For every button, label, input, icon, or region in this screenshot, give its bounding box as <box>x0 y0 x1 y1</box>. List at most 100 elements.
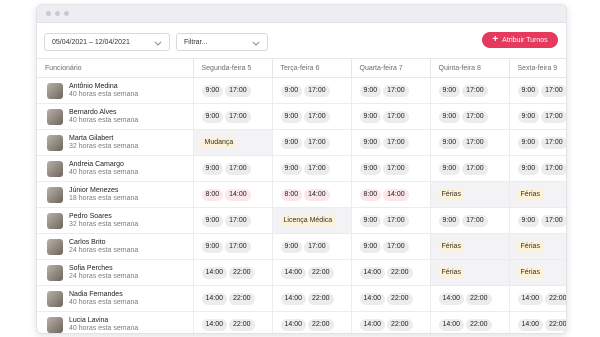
shift-cell[interactable]: 14:00 22:00 <box>430 285 510 312</box>
employee-cell[interactable]: Marta Gilabert 32 horas esta semana <box>37 129 194 156</box>
shift-cell[interactable]: 14:00 22:00 <box>272 311 352 333</box>
shift-cell[interactable]: 9:00 17:00 <box>351 77 431 104</box>
table-header-row: Funcionário Segunda-feira 5 Terça-feira 6Q… <box>37 58 566 78</box>
shift-cell[interactable]: 14:00 22:00 <box>351 285 431 312</box>
shift-cell[interactable]: 9:00 17:00 <box>272 129 352 156</box>
shift-cell[interactable]: 8:00 14:00 <box>351 181 431 208</box>
shift-start-time: 14:00 <box>359 266 386 279</box>
shift-cell[interactable]: 9:00 17:00 <box>193 207 273 234</box>
employee-cell[interactable]: Sofia Perches 24 horas esta semana <box>37 259 194 286</box>
table-row[interactable]: Carlos Brito 24 horas esta semana 9:00 17:0… <box>37 233 566 260</box>
column-header-day[interactable]: Quarta-feira 7 <box>351 58 431 78</box>
column-header-day[interactable]: Segunda-feira 5 <box>193 58 273 78</box>
app-window: 05/04/2021 – 12/04/2021 Filtrar... + Atr… <box>36 4 567 334</box>
shift-start-time: 9:00 <box>201 84 224 97</box>
table-row[interactable]: Antônio Medina 40 horas esta semana 9:00 17… <box>37 77 566 104</box>
assign-shifts-button[interactable]: + Atribuir Turnos <box>482 32 558 48</box>
shift-cell[interactable]: 9:00 17:00 <box>351 207 431 234</box>
employee-info: Bernardo Alves 40 horas esta semana <box>69 109 138 125</box>
shift-cell[interactable]: Férias <box>430 181 510 208</box>
shift-cell[interactable]: 9:00 17:00 <box>430 155 510 182</box>
shift-cell[interactable]: 14:00 22:00 <box>351 259 431 286</box>
column-header-day[interactable]: Quinta-feira 8 <box>430 58 510 78</box>
shift-cell[interactable]: Férias <box>509 233 566 260</box>
window-dot-minimize[interactable] <box>55 11 60 16</box>
table-row[interactable]: Bernardo Alves 40 horas esta semana 9:00 17… <box>37 103 566 130</box>
shift-cell[interactable]: Férias <box>509 181 566 208</box>
avatar <box>47 290 63 307</box>
shift-cell[interactable]: Férias <box>430 233 510 260</box>
shift-cell[interactable]: Licença Médica <box>272 207 352 234</box>
shift-cell[interactable]: 9:00 17:00 <box>509 103 566 130</box>
shift-start-time: 9:00 <box>280 110 303 123</box>
shift-cell[interactable]: 14:00 22:00 <box>272 285 352 312</box>
shift-cell[interactable]: 14:00 22:00 <box>193 311 273 333</box>
shift-cell[interactable]: 14:00 22:00 <box>193 285 273 312</box>
shift-cell[interactable]: Mudança <box>193 129 273 156</box>
employee-name: Lucia Lavina <box>69 316 109 324</box>
table-row[interactable]: Pedro Soares 32 horas esta semana 9:00 17:0… <box>37 207 566 234</box>
shift-cell[interactable]: 9:00 17:00 <box>509 207 566 234</box>
shift-cell[interactable]: 9:00 17:00 <box>430 77 510 104</box>
table-row[interactable]: Júnior Menezes 18 horas esta semana 8:00 14… <box>37 181 566 208</box>
employee-cell[interactable]: Júnior Menezes 18 horas esta semana <box>37 181 194 208</box>
shift-cell[interactable]: 9:00 17:00 <box>272 103 352 130</box>
shift-cell[interactable]: Férias <box>430 259 510 286</box>
shift-cell[interactable]: 9:00 17:00 <box>351 103 431 130</box>
employee: Nadia Fernandes 40 horas esta semana <box>47 290 193 307</box>
column-header-day[interactable]: Sexta-feira 9 <box>509 58 566 78</box>
shift-cell[interactable]: 14:00 22:00 <box>430 311 510 333</box>
shift-end-time: 17:00 <box>225 110 251 123</box>
shift-cell[interactable]: 8:00 14:00 <box>272 181 352 208</box>
shift-cell[interactable]: 9:00 17:00 <box>272 155 352 182</box>
shift-end-time: 17:00 <box>383 136 409 149</box>
shift-cell[interactable]: 14:00 22:00 <box>509 311 566 333</box>
shift-cell[interactable]: 9:00 17:00 <box>430 103 510 130</box>
table-row[interactable]: Sofia Perches 24 horas esta semana 14:00 22… <box>37 259 566 286</box>
employee-info: Andreia Camargo 40 horas esta semana <box>69 161 138 177</box>
toolbar: 05/04/2021 – 12/04/2021 Filtrar... + Atr… <box>37 23 566 59</box>
filter-select[interactable]: Filtrar... <box>176 33 268 51</box>
shift-cell[interactable]: 9:00 17:00 <box>509 129 566 156</box>
chevron-down-icon <box>154 41 162 46</box>
shift-cell[interactable]: 9:00 17:00 <box>193 77 273 104</box>
employee-cell[interactable]: Pedro Soares 32 horas esta semana <box>37 207 194 234</box>
shift-start-time: 14:00 <box>280 318 307 331</box>
table-row[interactable]: Lucia Lavina 40 horas esta semana 14:00 22:… <box>37 311 566 333</box>
table-row[interactable]: Marta Gilabert 32 horas esta semana Mudanç… <box>37 129 566 156</box>
shift-cell[interactable]: 9:00 17:00 <box>272 77 352 104</box>
table-row[interactable]: Nadia Fernandes 40 horas esta semana 14:00… <box>37 285 566 312</box>
shift-cell[interactable]: 9:00 17:00 <box>193 155 273 182</box>
shift-cell[interactable]: 9:00 17:00 <box>509 77 566 104</box>
window-dot-maximize[interactable] <box>64 11 69 16</box>
column-header-employee[interactable]: Funcionário <box>37 58 194 78</box>
shift-cell[interactable]: 9:00 17:00 <box>193 233 273 260</box>
shift-cell[interactable]: 9:00 17:00 <box>193 103 273 130</box>
employee-cell[interactable]: Andreia Camargo 40 horas esta semana <box>37 155 194 182</box>
shift-cell[interactable]: 8:00 14:00 <box>193 181 273 208</box>
employee-cell[interactable]: Antônio Medina 40 horas esta semana <box>37 77 194 104</box>
shift-cell[interactable]: 9:00 17:00 <box>272 233 352 260</box>
date-range-select[interactable]: 05/04/2021 – 12/04/2021 <box>44 33 170 51</box>
shift-cell[interactable]: 9:00 17:00 <box>351 233 431 260</box>
employee-cell[interactable]: Nadia Fernandes 40 horas esta semana <box>37 285 194 312</box>
employee-cell[interactable]: Carlos Brito 24 horas esta semana <box>37 233 194 260</box>
shift-cell[interactable]: 14:00 22:00 <box>272 259 352 286</box>
window-dot-close[interactable] <box>46 11 51 16</box>
shift-cell[interactable]: 9:00 17:00 <box>430 207 510 234</box>
employee-name: Carlos Brito <box>69 238 106 246</box>
shift-cell[interactable]: 14:00 22:00 <box>509 285 566 312</box>
employee-cell[interactable]: Lucia Lavina 40 horas esta semana <box>37 311 194 333</box>
shift-start-time: 9:00 <box>359 162 382 175</box>
shift-cell[interactable]: Férias <box>509 259 566 286</box>
shift-cell[interactable]: 14:00 22:00 <box>351 311 431 333</box>
shift-start-time: 9:00 <box>359 110 382 123</box>
shift-cell[interactable]: 9:00 17:00 <box>351 155 431 182</box>
shift-cell[interactable]: 9:00 17:00 <box>351 129 431 156</box>
shift-cell[interactable]: 14:00 22:00 <box>193 259 273 286</box>
table-row[interactable]: Andreia Camargo 40 horas esta semana 9:00 1… <box>37 155 566 182</box>
shift-cell[interactable]: 9:00 17:00 <box>430 129 510 156</box>
shift-cell[interactable]: 9:00 17:00 <box>509 155 566 182</box>
employee-cell[interactable]: Bernardo Alves 40 horas esta semana <box>37 103 194 130</box>
column-header-day[interactable]: Terça-feira 6 <box>272 58 352 78</box>
